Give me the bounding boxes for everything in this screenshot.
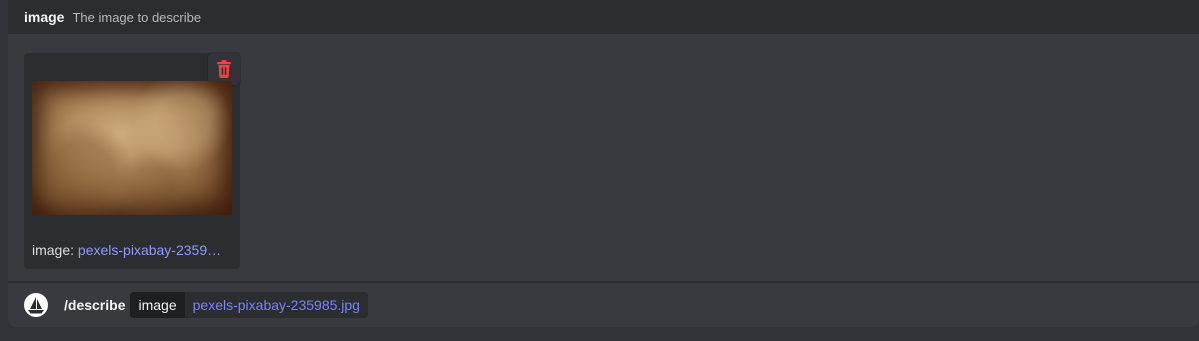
attachment-thumbnail[interactable]: [32, 81, 232, 215]
caption-filename[interactable]: pexels-pixabay-2359…: [78, 242, 221, 258]
option-name: image: [24, 9, 65, 25]
command-option-key: image: [130, 292, 185, 318]
caption-label: image:: [32, 242, 75, 258]
command-input-bar[interactable]: /describe image pexels-pixabay-235985.jp…: [8, 283, 1199, 327]
attachment-caption: image: pexels-pixabay-2359…: [32, 242, 236, 258]
command-option-value[interactable]: pexels-pixabay-235985.jpg: [184, 292, 368, 318]
bot-avatar-icon: [24, 293, 48, 317]
trash-icon: [217, 60, 231, 78]
command-option-panel: image The image to describe image: pexel…: [8, 0, 1199, 327]
option-description: The image to describe: [72, 9, 202, 25]
command-name: /describe: [64, 297, 126, 313]
command-option-pill[interactable]: image pexels-pixabay-235985.jpg: [130, 292, 368, 318]
attachment-card: image: pexels-pixabay-2359…: [24, 53, 240, 269]
option-header: image The image to describe: [8, 0, 1199, 34]
